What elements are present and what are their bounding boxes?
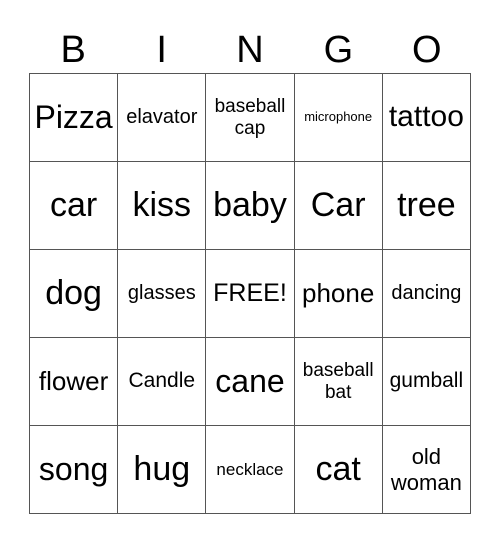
bingo-cell[interactable]: baseball bat (293, 337, 383, 426)
bingo-grid: Pizza elavator baseball cap microphone tatto… (28, 73, 472, 514)
bingo-cell[interactable]: dog (28, 249, 119, 338)
bingo-cell[interactable]: microphone (293, 73, 383, 162)
bingo-cell[interactable]: tree (381, 161, 472, 250)
bingo-cell[interactable]: elavator (117, 73, 207, 162)
bingo-cell[interactable]: kiss (117, 161, 207, 250)
bingo-row: car kiss baby Car tree (28, 161, 472, 250)
bingo-cell[interactable]: necklace (205, 425, 295, 514)
bingo-row: flower Candle cane baseball bat gumball (28, 337, 472, 426)
bingo-cell[interactable]: dancing (381, 249, 472, 338)
bingo-cell[interactable]: song (28, 425, 119, 514)
header-letter-b: B (60, 29, 86, 71)
bingo-cell[interactable]: tattoo (381, 73, 472, 162)
header-letter-n: N (236, 29, 264, 71)
bingo-cell[interactable]: glasses (117, 249, 207, 338)
bingo-cell[interactable]: flower (28, 337, 119, 426)
bingo-cell[interactable]: hug (117, 425, 207, 514)
bingo-cell[interactable]: cane (205, 337, 295, 426)
bingo-cell[interactable]: cat (293, 425, 383, 514)
bingo-cell[interactable]: Candle (117, 337, 207, 426)
bingo-cell[interactable]: baby (205, 161, 295, 250)
bingo-cell[interactable]: Pizza (28, 73, 119, 162)
bingo-cell[interactable]: baseball cap (205, 73, 295, 162)
header-letter-o: O (412, 29, 442, 71)
bingo-cell[interactable]: old woman (381, 425, 472, 514)
header-letter-g: G (323, 29, 354, 71)
bingo-cell[interactable]: gumball (381, 337, 472, 426)
bingo-row: Pizza elavator baseball cap microphone tatto… (28, 73, 472, 162)
bingo-cell[interactable]: car (28, 161, 119, 250)
bingo-cell[interactable]: Car (293, 161, 383, 250)
bingo-row: song hug necklace cat old woman (28, 425, 472, 514)
bingo-cell[interactable]: FREE! (205, 249, 295, 338)
bingo-row: dog glasses FREE! phone dancing (28, 249, 472, 338)
bingo-cell[interactable]: phone (293, 249, 383, 338)
bingo-header: B I N G O (29, 28, 471, 72)
header-letter-i: I (156, 29, 167, 71)
